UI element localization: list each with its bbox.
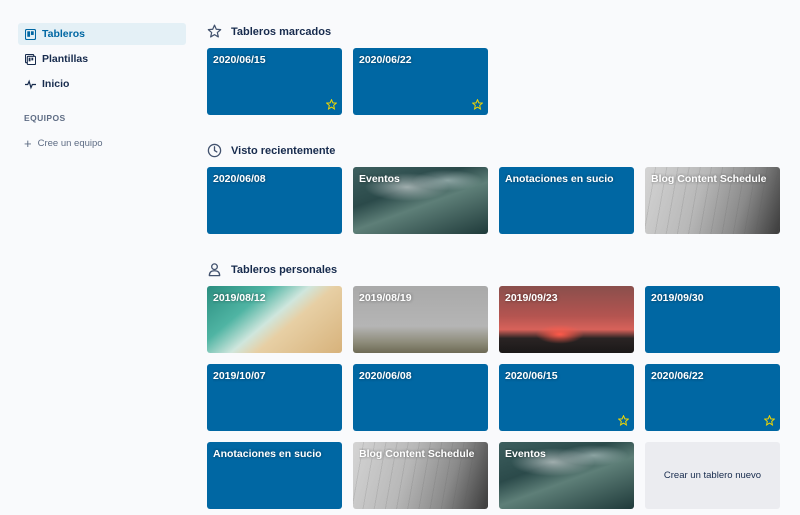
board-tile[interactable]: Eventos [353, 167, 488, 234]
board-title: Anotaciones en sucio [505, 173, 614, 185]
create-board-label: Crear un tablero nuevo [663, 470, 762, 481]
board-tile[interactable]: 2019/08/19 [353, 286, 488, 353]
board-title: Anotaciones en sucio [213, 448, 322, 460]
section-title: Visto recientemente [231, 145, 336, 157]
board-tile[interactable]: Anotaciones en sucio [499, 167, 634, 234]
create-board-tile[interactable]: Crear un tablero nuevo [645, 442, 780, 509]
board-tile[interactable]: 2020/06/15 [207, 48, 342, 115]
create-team-button[interactable]: + Cree un equipo [18, 133, 186, 153]
board-title: 2020/06/15 [505, 370, 558, 382]
board-tile[interactable]: 2020/06/15 [499, 364, 634, 431]
section-title: Tableros marcados [231, 26, 332, 38]
person-icon [207, 262, 223, 278]
board-title: 2020/06/22 [651, 370, 704, 382]
sidebar-item-boards[interactable]: Tableros [18, 23, 186, 45]
board-title: 2019/09/30 [651, 292, 704, 304]
section-title: Tableros personales [231, 264, 338, 276]
board-title: 2019/08/12 [213, 292, 266, 304]
board-title: Eventos [359, 173, 400, 185]
board-tile[interactable]: 2020/06/08 [207, 167, 342, 234]
teams-heading: EQUIPOS [24, 113, 66, 123]
activity-icon [24, 78, 36, 90]
board-tile[interactable]: Eventos [499, 442, 634, 509]
section-header-recent: Visto recientemente [207, 143, 335, 159]
board-tile[interactable]: Blog Content Schedule [645, 167, 780, 234]
board-tile[interactable]: 2019/08/12 [207, 286, 342, 353]
star-icon[interactable] [618, 415, 629, 426]
board-tile[interactable]: 2020/06/08 [353, 364, 488, 431]
templates-icon [24, 53, 36, 65]
board-tile[interactable]: Blog Content Schedule [353, 442, 488, 509]
board-title: 2020/06/08 [213, 173, 266, 185]
board-title: 2020/06/15 [213, 54, 266, 66]
board-title: 2019/09/23 [505, 292, 558, 304]
board-icon [24, 28, 36, 40]
sidebar: Tableros Plantillas Inicio EQUIPOS + Cre… [18, 23, 186, 153]
board-title: 2019/10/07 [213, 370, 266, 382]
board-tile[interactable]: 2019/09/23 [499, 286, 634, 353]
section-header-personal: Tableros personales [207, 262, 337, 278]
sidebar-item-label: Tableros [42, 28, 85, 40]
star-icon[interactable] [764, 415, 775, 426]
board-title: 2019/08/19 [359, 292, 412, 304]
sidebar-item-label: Inicio [42, 78, 70, 90]
board-tile[interactable]: 2019/09/30 [645, 286, 780, 353]
star-icon[interactable] [326, 99, 337, 110]
board-title: 2020/06/22 [359, 54, 412, 66]
board-title: Blog Content Schedule [359, 448, 475, 460]
star-outline-icon [207, 24, 223, 40]
board-title: 2020/06/08 [359, 370, 412, 382]
clock-icon [207, 143, 223, 159]
section-header-starred: Tableros marcados [207, 24, 331, 40]
sidebar-item-label: Plantillas [42, 53, 89, 65]
star-icon[interactable] [472, 99, 483, 110]
sidebar-item-home[interactable]: Inicio [18, 73, 186, 95]
board-tile[interactable]: 2020/06/22 [645, 364, 780, 431]
board-tile[interactable]: 2019/10/07 [207, 364, 342, 431]
board-tile[interactable]: 2020/06/22 [353, 48, 488, 115]
board-tile[interactable]: Anotaciones en sucio [207, 442, 342, 509]
sidebar-item-templates[interactable]: Plantillas [18, 48, 186, 70]
board-title: Eventos [505, 448, 546, 460]
plus-icon: + [24, 135, 32, 151]
create-team-label: Cree un equipo [37, 137, 103, 149]
board-title: Blog Content Schedule [651, 173, 767, 185]
